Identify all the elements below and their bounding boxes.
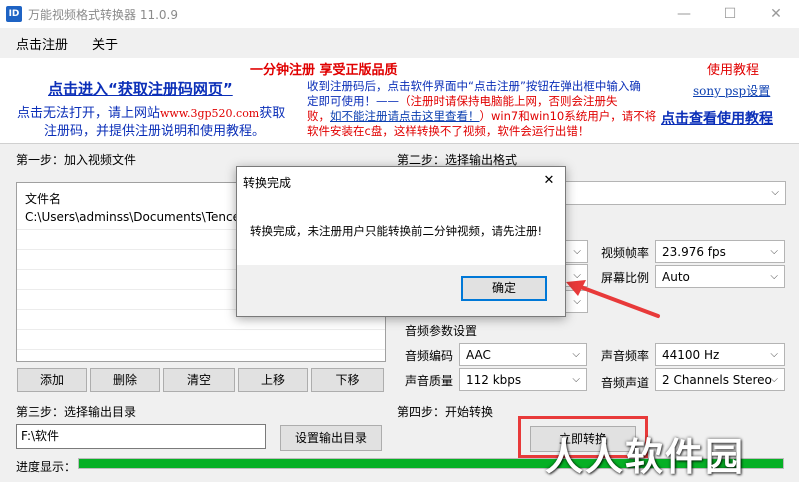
notice-line-2b: （注册时请保持电脑能上网，否则会注册失 <box>399 94 618 108</box>
chevron-down-icon: ⌵ <box>770 246 778 257</box>
registration-banner: 一分钟注册 享受正版品质 点击进入“获取注册码网页” 点击无法打开，请上网站ww… <box>0 58 799 144</box>
chevron-down-icon: ⌵ <box>573 246 581 257</box>
dialog-message: 转换完成，未注册用户只能转换前二分钟视频，请先注册! <box>250 224 543 238</box>
sample-rate-value: 44100 Hz <box>662 348 720 362</box>
step4-label: 第四步：开始转换 <box>397 405 494 419</box>
site-watermark: 人人软件园 <box>545 435 746 479</box>
move-up-button[interactable]: 上移 <box>238 368 308 392</box>
notice-line-4: 软件安装在c盘，这样转换不了视频，软件会运行出错！ <box>307 124 590 138</box>
file-list-header: 文件名 <box>25 192 62 206</box>
chevron-down-icon: ⌵ <box>771 187 779 198</box>
move-down-button[interactable]: 下移 <box>311 368 384 392</box>
step1-label: 第一步：加入视频文件 <box>16 153 137 167</box>
audio-channels-value: 2 Channels Stereo <box>662 373 772 387</box>
dialog-ok-button[interactable]: 确定 <box>461 276 547 301</box>
audio-quality-select[interactable]: 112 kbps ⌵ <box>459 368 587 391</box>
minimize-button[interactable]: — <box>661 0 707 28</box>
maximize-button[interactable]: ☐ <box>707 0 753 28</box>
sony-psp-link[interactable]: sony psp设置 <box>693 82 770 99</box>
audio-channels-label: 音频声道 <box>601 376 650 390</box>
title-bar: ID 万能视频格式转换器 11.0.9 — ☐ ✕ <box>0 0 799 28</box>
annotation-arrow <box>566 280 660 318</box>
app-icon: ID <box>6 6 22 22</box>
notice-line-3a: 败， <box>307 109 330 123</box>
audio-codec-label: 音频编码 <box>405 349 454 363</box>
chevron-down-icon: ⌵ <box>770 374 778 385</box>
aspect-ratio-value: Auto <box>662 270 690 284</box>
notice-line-1: 收到注册码后，点击软件界面中“点击注册”按钮在弹出框中输入确 <box>307 79 641 93</box>
file-list-item[interactable]: C:\Users\adminss\Documents\Tencent <box>25 210 252 224</box>
register-help-link[interactable]: 如不能注册请点击这里查看！ <box>330 109 480 123</box>
add-button[interactable]: 添加 <box>17 368 87 392</box>
audio-channels-select[interactable]: 2 Channels Stereo ⌵ <box>655 368 785 391</box>
sample-rate-label: 声音频率 <box>601 349 650 363</box>
notice-line-3: 败，如不能注册请点击这里查看！）win7和win10系统用户，请不将 <box>307 108 656 124</box>
frame-rate-label: 视频帧率 <box>601 246 650 260</box>
fallback-suffix: 获取 <box>259 106 286 121</box>
sample-rate-select[interactable]: 44100 Hz ⌵ <box>655 343 785 366</box>
frame-rate-select[interactable]: 23.976 fps ⌵ <box>655 240 785 263</box>
set-output-dir-button[interactable]: 设置输出目录 <box>280 425 382 451</box>
audio-section-label: 音频参数设置 <box>405 324 478 338</box>
notice-line-2: 定即可使用！——（注册时请保持电脑能上网，否则会注册失 <box>307 93 618 109</box>
audio-quality-label: 声音质量 <box>405 374 454 388</box>
get-code-link[interactable]: 点击进入“获取注册码网页” <box>48 78 233 99</box>
chevron-down-icon: ⌵ <box>572 349 580 360</box>
conversion-complete-dialog: 转换完成 ✕ 转换完成，未注册用户只能转换前二分钟视频，请先注册! 确定 <box>236 166 566 317</box>
audio-codec-select[interactable]: AAC ⌵ <box>459 343 587 366</box>
output-dir-input[interactable]: F:\软件 <box>16 424 266 449</box>
fallback-line-2: 注册码，并提供注册说明和使用教程。 <box>44 124 266 139</box>
window-title: 万能视频格式转换器 11.0.9 <box>28 8 178 22</box>
dialog-title: 转换完成 <box>243 176 292 190</box>
notice-line-3b: ）win7和win10系统用户，请不将 <box>479 109 657 123</box>
view-tutorial-link[interactable]: 点击查看使用教程 <box>661 108 773 128</box>
clear-button[interactable]: 清空 <box>163 368 235 392</box>
tutorial-title: 使用教程 <box>707 63 760 78</box>
menu-register[interactable]: 点击注册 <box>16 34 68 53</box>
dialog-close-button[interactable]: ✕ <box>535 169 563 193</box>
chevron-down-icon: ⌵ <box>770 349 778 360</box>
frame-rate-value: 23.976 fps <box>662 245 726 259</box>
fallback-prefix: 点击无法打开，请上网站 <box>17 106 161 121</box>
ad-headline: 一分钟注册 享受正版品质 <box>250 63 398 78</box>
dialog-footer: 确定 <box>237 265 565 316</box>
chevron-down-icon: ⌵ <box>770 271 778 282</box>
step3-label: 第三步：选择输出目录 <box>16 405 137 419</box>
audio-codec-value: AAC <box>466 348 491 362</box>
aspect-ratio-select[interactable]: Auto ⌵ <box>655 265 785 288</box>
menu-bar: 点击注册 关于 <box>0 28 799 58</box>
fallback-line-1: 点击无法打开，请上网站www.3gp520.com获取 <box>17 102 285 121</box>
progress-label: 进度显示： <box>16 460 77 474</box>
fallback-site[interactable]: www.3gp520.com <box>160 107 259 120</box>
delete-button[interactable]: 删除 <box>90 368 160 392</box>
audio-quality-value: 112 kbps <box>466 373 522 387</box>
menu-about[interactable]: 关于 <box>92 34 118 53</box>
chevron-down-icon: ⌵ <box>572 374 580 385</box>
notice-line-2a: 定即可使用！—— <box>307 94 399 108</box>
close-window-button[interactable]: ✕ <box>753 0 799 28</box>
